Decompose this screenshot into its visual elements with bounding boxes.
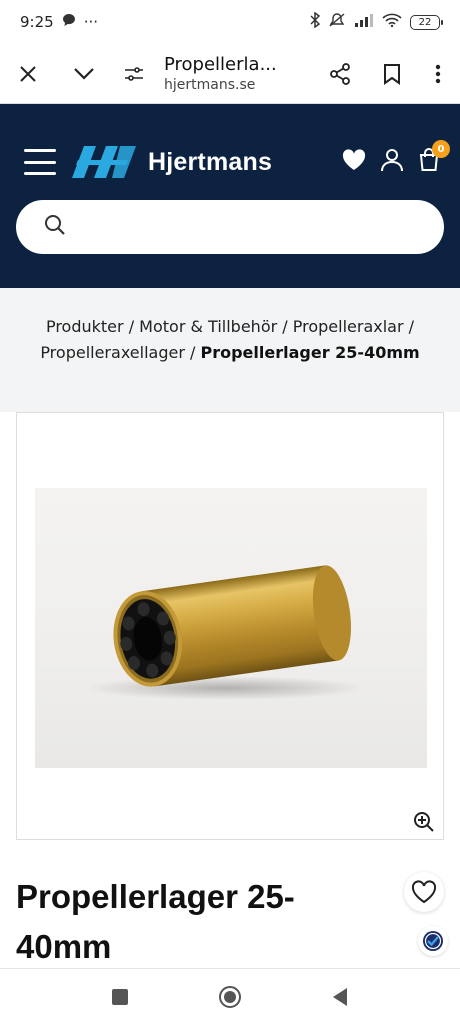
breadcrumb-separator: / xyxy=(190,343,196,362)
zoom-in-icon[interactable] xyxy=(411,809,437,835)
product-title-line2: 40mm xyxy=(16,928,112,965)
recents-icon[interactable] xyxy=(106,983,134,1011)
browser-toolbar: Propellerla... hjertmans.se xyxy=(0,44,460,104)
status-more: ··· xyxy=(83,13,98,31)
status-time: 9:25 xyxy=(20,13,54,31)
chat-notification-icon xyxy=(62,13,76,31)
breadcrumb-link[interactable]: Produkter xyxy=(46,317,124,336)
site-header: Hjertmans 0 xyxy=(0,104,460,288)
breadcrumb-separator: / xyxy=(282,317,288,336)
search-bar[interactable] xyxy=(16,200,444,254)
product-title-line1: Propellerlager 25- xyxy=(16,878,295,915)
cart-count-badge: 0 xyxy=(432,140,450,158)
product-photo xyxy=(35,488,427,768)
search-icon xyxy=(44,214,66,240)
signal-icon xyxy=(354,13,374,31)
heart-outline-icon xyxy=(411,880,437,904)
share-icon[interactable] xyxy=(324,58,356,90)
home-icon[interactable] xyxy=(216,983,244,1011)
system-nav-bar xyxy=(0,968,460,1024)
tune-icon[interactable] xyxy=(118,58,150,90)
chevron-down-icon[interactable] xyxy=(68,58,100,90)
site-logo[interactable]: Hjertmans xyxy=(70,144,272,180)
bluetooth-icon xyxy=(310,11,321,32)
back-icon[interactable] xyxy=(326,983,354,1011)
add-to-wishlist-button[interactable] xyxy=(404,872,444,912)
close-icon[interactable] xyxy=(12,58,44,90)
wishlist-icon[interactable] xyxy=(342,149,366,175)
account-icon[interactable] xyxy=(380,148,404,176)
breadcrumb-current: Propellerlager 25-40mm xyxy=(200,343,420,362)
more-vert-icon[interactable] xyxy=(428,58,448,90)
trust-badge-icon[interactable] xyxy=(418,926,448,956)
breadcrumb-link[interactable]: Motor & Tillbehör xyxy=(139,317,277,336)
menu-icon[interactable] xyxy=(24,149,56,175)
breadcrumb-separator: / xyxy=(128,317,135,336)
mute-icon xyxy=(328,12,346,32)
url-bar[interactable]: Propellerla... hjertmans.se xyxy=(164,54,324,93)
logo-mark-icon xyxy=(72,146,136,178)
breadcrumb-link[interactable]: Propelleraxellager xyxy=(40,343,185,362)
product-title: Propellerlager 25- 40mm xyxy=(16,872,346,972)
battery-indicator: 22 xyxy=(410,14,443,30)
cart-button[interactable]: 0 xyxy=(418,140,450,176)
status-bar: 9:25 ··· 22 xyxy=(0,0,460,44)
product-image-frame[interactable] xyxy=(16,412,444,840)
search-input[interactable] xyxy=(78,217,418,237)
breadcrumb-link[interactable]: Propelleraxlar xyxy=(293,317,404,336)
wifi-icon xyxy=(382,13,402,31)
bookmark-icon[interactable] xyxy=(376,58,408,90)
breadcrumb-separator: / xyxy=(408,317,415,336)
page-domain: hjertmans.se xyxy=(164,77,256,93)
page-title: Propellerla... xyxy=(164,54,277,75)
logo-text: Hjertmans xyxy=(148,147,273,176)
breadcrumb: Produkter / Motor & Tillbehör / Propelle… xyxy=(0,288,460,412)
